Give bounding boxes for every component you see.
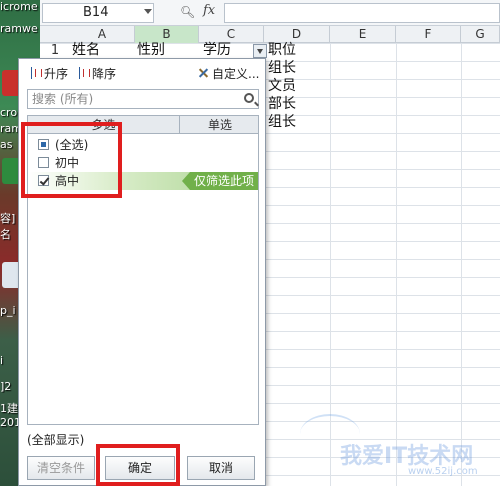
column-header-g[interactable]: G xyxy=(461,26,500,43)
cancel-button[interactable]: 取消 xyxy=(187,456,255,480)
show-all-label: (全部显示) xyxy=(27,433,85,447)
filter-only-this-button[interactable]: 仅筛选此项 xyxy=(181,172,258,190)
column-header-f[interactable]: F xyxy=(396,26,461,43)
formula-input[interactable] xyxy=(224,3,500,23)
search-icon[interactable] xyxy=(244,93,254,103)
column-header-e[interactable]: E xyxy=(330,26,396,43)
row-header-1[interactable]: 1 xyxy=(40,43,70,58)
magnifier-icon[interactable]: 🔍︎ xyxy=(180,5,195,19)
list-item-select-all[interactable]: (全选) xyxy=(28,136,258,154)
cell-d3[interactable]: 文员 xyxy=(268,77,296,95)
ok-button[interactable]: 确定 xyxy=(105,456,175,480)
senior-high-checkbox[interactable] xyxy=(38,175,49,186)
insert-function-button[interactable]: fx xyxy=(203,3,215,18)
tab-multi-select[interactable]: 多选 xyxy=(28,116,180,134)
cell-d2[interactable]: 组长 xyxy=(268,59,296,77)
junior-high-checkbox[interactable] xyxy=(38,157,49,168)
filter-search-input[interactable]: 搜索 (所有) xyxy=(27,89,259,109)
list-item-label: 初中 xyxy=(55,156,80,170)
sort-descending-label: 降序 xyxy=(92,67,117,81)
filter-dropdown-button[interactable] xyxy=(253,44,267,58)
cell-b1[interactable]: 性别 xyxy=(137,41,165,59)
filter-panel: 升序 降序 自定义... 搜索 (所有) 多选 单选 (全选) 初中 高中 仅筛… xyxy=(18,58,266,486)
list-item-label: (全选) xyxy=(55,138,89,152)
wrench-icon xyxy=(197,67,209,79)
clear-conditions-button[interactable]: 清空条件 xyxy=(27,456,95,480)
sort-descending-button[interactable]: 降序 xyxy=(77,65,116,82)
filter-value-list[interactable]: 多选 单选 (全选) 初中 高中 仅筛选此项 xyxy=(27,115,259,425)
filter-search-placeholder: 搜索 (所有) xyxy=(32,92,94,106)
name-box-dropdown-icon[interactable] xyxy=(144,9,152,14)
sort-ascending-label: 升序 xyxy=(44,67,69,81)
custom-filter-button[interactable]: 自定义... xyxy=(197,65,259,82)
list-item-junior-high[interactable]: 初中 xyxy=(28,154,258,172)
desktop-label[interactable]: ramwe xyxy=(0,22,40,35)
cell-d4[interactable]: 部长 xyxy=(268,95,296,113)
tab-single-select[interactable]: 单选 xyxy=(180,116,260,134)
name-box[interactable]: B14 xyxy=(42,3,154,23)
desktop-label[interactable]: icrome xyxy=(0,0,40,13)
custom-filter-label: 自定义... xyxy=(212,67,260,81)
list-item-label: 高中 xyxy=(55,174,80,188)
cell-c1[interactable]: 学历 xyxy=(203,41,231,59)
cell-d1[interactable]: 职位 xyxy=(268,41,296,59)
sort-descending-icon xyxy=(77,67,90,79)
sort-ascending-button[interactable]: 升序 xyxy=(29,65,68,82)
list-item-senior-high[interactable]: 高中 仅筛选此项 xyxy=(28,172,258,190)
select-all-checkbox[interactable] xyxy=(38,139,49,150)
cell-d5[interactable]: 组长 xyxy=(268,113,296,131)
sort-ascending-icon xyxy=(29,67,42,79)
filter-mode-tabs: 多选 单选 xyxy=(28,116,258,134)
sort-toolbar: 升序 降序 自定义... xyxy=(19,59,265,87)
cell-a1[interactable]: 姓名 xyxy=(72,41,100,59)
